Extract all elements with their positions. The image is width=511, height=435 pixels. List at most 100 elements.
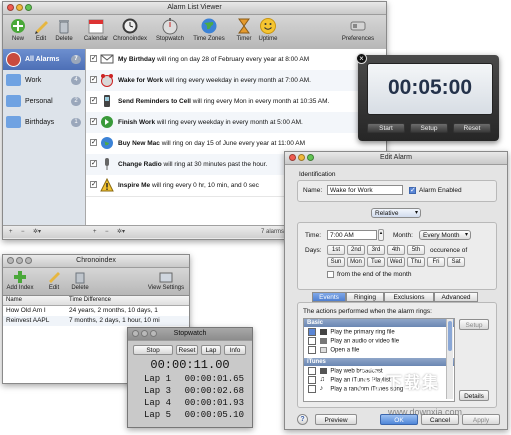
- zoom-window-button[interactable]: [150, 330, 157, 337]
- alarm-enabled-checkbox[interactable]: ✓: [90, 118, 97, 125]
- alarm-enabled-checkbox[interactable]: ✓: [90, 139, 97, 146]
- apply-button[interactable]: Apply: [462, 414, 500, 425]
- column-header-name[interactable]: Name: [6, 296, 22, 305]
- stopwatch-stop-button[interactable]: Stop: [133, 345, 173, 355]
- timer-start-button[interactable]: Start: [367, 123, 405, 133]
- add-index-button[interactable]: Add Index: [3, 270, 37, 291]
- close-timer-button[interactable]: ×: [356, 53, 367, 64]
- table-row[interactable]: How Old Am I 24 years, 2 months, 10 days…: [3, 306, 189, 316]
- delete-button[interactable]: Delete: [49, 17, 79, 42]
- action-menu-icon[interactable]: ✲▾: [33, 226, 41, 238]
- zoom-window-button[interactable]: [307, 154, 314, 161]
- ordinal-button[interactable]: 1st: [327, 245, 345, 255]
- actions-scrollbar[interactable]: [446, 319, 453, 399]
- weekday-button[interactable]: Wed: [387, 257, 405, 267]
- alarm-row[interactable]: ✓ Finish Work will ring every weekday in…: [86, 112, 386, 134]
- uptime-button[interactable]: Uptime: [253, 17, 283, 42]
- list-item[interactable]: ♫ Play an iTunes Playlist: [304, 376, 454, 385]
- action-checkbox[interactable]: [308, 376, 316, 384]
- remove-icon[interactable]: −: [21, 226, 25, 238]
- sidebar-item-work[interactable]: Work 4: [3, 70, 85, 91]
- alarm-row[interactable]: ✓ My Birthday will ring on day 28 of Feb…: [86, 49, 386, 71]
- time-field[interactable]: 7:00 AM: [327, 230, 377, 240]
- minimize-window-button[interactable]: [298, 154, 305, 161]
- alarm-enabled-checkbox[interactable]: ✓: [90, 160, 97, 167]
- action-setup-button[interactable]: Setup: [459, 319, 489, 330]
- alarm-enabled-checkbox[interactable]: ✓: [409, 187, 416, 194]
- list-item[interactable]: Play web broadcast: [304, 367, 454, 376]
- zoom-window-button[interactable]: [25, 257, 32, 264]
- close-window-button[interactable]: [132, 330, 139, 337]
- chronoindex-button[interactable]: Chronoindex: [112, 17, 148, 42]
- sidebar-item-birthdays[interactable]: Birthdays 1: [3, 112, 85, 133]
- close-window-button[interactable]: [7, 4, 14, 11]
- alarm-enabled-checkbox[interactable]: ✓: [90, 97, 97, 104]
- tab-advanced[interactable]: Advanced: [434, 292, 478, 302]
- scrollbar-thumb[interactable]: [448, 321, 452, 351]
- days-label: Days:: [305, 247, 322, 254]
- alarm-action-menu-icon[interactable]: ✲▾: [117, 226, 125, 238]
- ok-button[interactable]: OK: [380, 414, 418, 425]
- column-header-time-difference[interactable]: Time Difference: [69, 296, 111, 305]
- cancel-button[interactable]: Cancel: [421, 414, 459, 425]
- weekday-button[interactable]: Thu: [407, 257, 425, 267]
- month-popup[interactable]: Every Month: [419, 230, 471, 240]
- action-checkbox[interactable]: [308, 385, 316, 393]
- weekday-button[interactable]: Fri: [427, 257, 445, 267]
- weekday-button[interactable]: Sat: [447, 257, 465, 267]
- preferences-button[interactable]: Preferences: [338, 17, 378, 42]
- from-end-checkbox[interactable]: [327, 271, 334, 278]
- zoom-window-button[interactable]: [25, 4, 32, 11]
- add-icon[interactable]: +: [9, 226, 13, 238]
- list-item[interactable]: Play an audio or video file: [304, 337, 454, 346]
- stopwatch-info-button[interactable]: Info: [224, 345, 246, 355]
- remove-alarm-icon[interactable]: −: [105, 226, 109, 238]
- minimize-window-button[interactable]: [141, 330, 148, 337]
- action-checkbox[interactable]: [308, 337, 316, 345]
- minimize-window-button[interactable]: [16, 4, 23, 11]
- alarm-enabled-checkbox[interactable]: ✓: [90, 181, 97, 188]
- close-window-button[interactable]: [289, 154, 296, 161]
- list-item[interactable]: ♪ Play a random iTunes song: [304, 385, 454, 394]
- alarm-enabled-checkbox[interactable]: ✓: [90, 55, 97, 62]
- ordinal-button[interactable]: 2nd: [347, 245, 365, 255]
- close-window-button[interactable]: [7, 257, 14, 264]
- minimize-window-button[interactable]: [16, 257, 23, 264]
- preview-button[interactable]: Preview: [315, 414, 357, 425]
- sidebar-item-all-alarms[interactable]: All Alarms 7: [3, 49, 85, 70]
- alarm-name-field[interactable]: Wake for Work: [327, 185, 403, 195]
- action-checkbox[interactable]: [308, 346, 316, 354]
- timer-setup-button[interactable]: Setup: [410, 123, 448, 133]
- ordinal-button[interactable]: 4th: [387, 245, 405, 255]
- weekday-button[interactable]: Sun: [327, 257, 345, 267]
- alarm-mode-popup[interactable]: Relative: [371, 208, 421, 218]
- ordinal-button[interactable]: 3rd: [367, 245, 385, 255]
- ordinal-button[interactable]: 5th: [407, 245, 425, 255]
- list-item[interactable]: Play the primary ring file: [304, 328, 454, 337]
- stopwatch-button[interactable]: Stopwatch: [153, 17, 187, 42]
- stopwatch-reset-button[interactable]: Reset: [176, 345, 198, 355]
- alarm-row[interactable]: ✓ Wake for Work will ring every weekday …: [86, 70, 386, 92]
- tab-events[interactable]: Events: [312, 292, 346, 302]
- calendar-button[interactable]: Calendar: [81, 17, 111, 42]
- weekday-button[interactable]: Tue: [367, 257, 385, 267]
- sidebar-item-personal[interactable]: Personal 2: [3, 91, 85, 112]
- action-checkbox[interactable]: [308, 328, 316, 336]
- timer-reset-button[interactable]: Reset: [453, 123, 491, 133]
- stopwatch-lap-button[interactable]: Lap: [201, 345, 221, 355]
- table-row[interactable]: Reinvest AAPL 7 months, 2 days, 1 hour, …: [3, 316, 189, 326]
- time-zones-button[interactable]: Time Zones: [192, 17, 226, 42]
- tab-ringing[interactable]: Ringing: [346, 292, 384, 302]
- action-checkbox[interactable]: [308, 367, 316, 375]
- delete-index-button[interactable]: Delete: [65, 270, 95, 291]
- action-details-button[interactable]: Details: [459, 390, 489, 401]
- alarm-row[interactable]: ✓ Send Reminders to Cell will ring every…: [86, 91, 386, 113]
- list-item[interactable]: Open a file: [304, 346, 454, 355]
- alarm-enabled-checkbox[interactable]: ✓: [90, 76, 97, 83]
- view-settings-button[interactable]: View Settings: [145, 270, 187, 291]
- add-alarm-icon[interactable]: +: [93, 226, 97, 238]
- help-button[interactable]: ?: [297, 414, 308, 425]
- tab-exclusions[interactable]: Exclusions: [384, 292, 434, 302]
- weekday-button[interactable]: Mon: [347, 257, 365, 267]
- time-stepper[interactable]: ▴: [378, 229, 384, 241]
